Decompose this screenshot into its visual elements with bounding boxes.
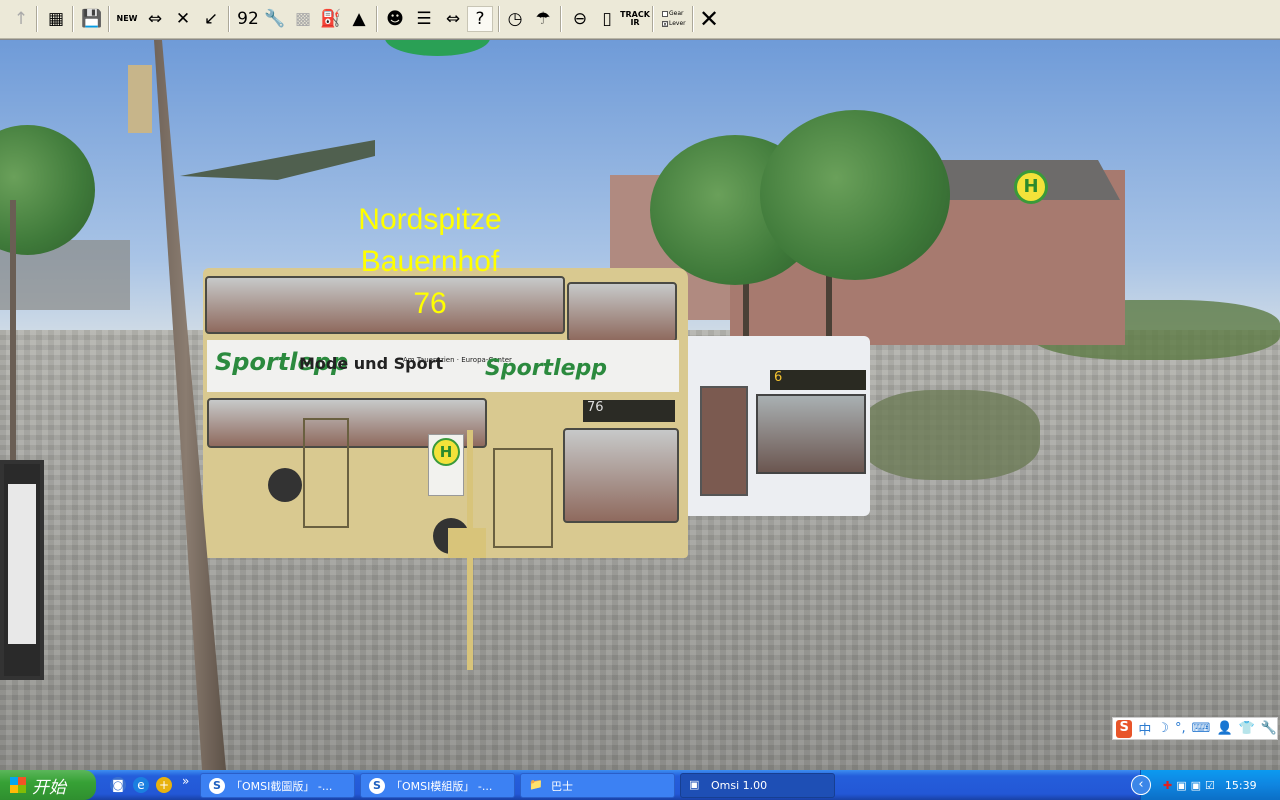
destination-overlay-line1: Nordspitze: [358, 203, 502, 236]
quicklaunch-overflow[interactable]: »: [182, 774, 189, 788]
wrench-icon[interactable]: 🔧: [1261, 721, 1277, 736]
task-label: Omsi 1.00: [711, 779, 768, 792]
rear-door: [303, 418, 349, 528]
single-decker-bus[interactable]: 6: [680, 336, 870, 516]
mouse-icon[interactable]: ▯: [594, 6, 620, 32]
toolbar-separator: [692, 6, 694, 32]
gear-checkbox-label: Gear: [669, 10, 684, 17]
toolbar-separator: [108, 6, 110, 32]
tree: [760, 110, 950, 280]
task-icon: 📁: [529, 777, 543, 791]
keyboard-icon[interactable]: ⌨: [1192, 721, 1211, 736]
clock[interactable]: 15:39: [1225, 779, 1257, 792]
save-icon[interactable]: 💾: [79, 6, 105, 32]
bus2-destination-display: 6: [770, 370, 866, 390]
system-tray: ‹ ✚ ▣ ▣ ☑ 15:39: [1131, 770, 1280, 800]
ad-brand-2: Sportlepp: [485, 356, 608, 381]
front-door: [493, 448, 553, 548]
lamp-arm: [180, 140, 375, 180]
user-icon[interactable]: 👤: [1216, 721, 1232, 736]
trackir-icon[interactable]: TRACK IR: [620, 6, 650, 32]
timetable-box: [448, 528, 486, 558]
gear-checkbox[interactable]: Gear: [662, 10, 683, 17]
street-lamp-left: [10, 200, 16, 460]
bus-stop-sign-far: H: [1014, 170, 1048, 204]
moon-icon[interactable]: ☽: [1157, 721, 1169, 736]
driver-icon[interactable]: ☻: [382, 6, 408, 32]
upper-front-window: [567, 282, 677, 342]
bell-icon[interactable]: ▲: [346, 6, 372, 32]
network-icon-2[interactable]: ▣: [1191, 779, 1201, 792]
refuel-icon[interactable]: ⛽: [318, 6, 344, 32]
timetable-icon[interactable]: 92: [235, 6, 261, 32]
bus2-door: [700, 386, 748, 496]
game-viewport[interactable]: H 6 Sportlepp Mode und Sport Am Tauentzi…: [0, 40, 1280, 770]
taskbar-button[interactable]: ▣ Omsi 1.00: [680, 773, 835, 798]
bus2-windshield: [756, 394, 866, 474]
windshield: [563, 428, 679, 523]
close-icon[interactable]: ✕: [696, 6, 722, 32]
taskbar-button[interactable]: 📁 巴士: [520, 773, 675, 798]
up-arrow-icon[interactable]: ↑: [8, 6, 34, 32]
shelter-panel: [0, 460, 44, 680]
taskbar: 开始 ◙ e + » S 「OMSI截圖版」 -... S 「OMSI模組版」 -..…: [0, 770, 1280, 800]
help-icon[interactable]: ?: [467, 6, 493, 32]
pointer-icon[interactable]: ↙: [198, 6, 224, 32]
start-label: 开始: [32, 777, 66, 798]
ime-toolbar[interactable]: S 中 ☽ °, ⌨ 👤 👕 🔧: [1112, 717, 1278, 740]
front-route-display: 76: [583, 400, 675, 422]
grass-patch: [860, 390, 1040, 480]
task-icon: S: [209, 777, 225, 794]
steering-wheel-icon[interactable]: ⊖: [567, 6, 593, 32]
skin-icon[interactable]: 👕: [1239, 721, 1255, 736]
destination-overlay-line2: Bauernhof: [360, 245, 500, 278]
punctuation-icon[interactable]: °,: [1175, 721, 1186, 736]
wheel: [268, 468, 302, 502]
toolbar-separator: [652, 6, 654, 32]
tray-expand-button[interactable]: ‹: [1131, 775, 1151, 795]
schedule-icon[interactable]: ☰: [411, 6, 437, 32]
advertising-band: Sportlepp Mode und Sport Am Tauentzien ·…: [207, 340, 679, 392]
network-icon[interactable]: ▣: [1176, 779, 1186, 792]
tray-app-icon[interactable]: ✚: [1163, 779, 1172, 792]
ticket-icon[interactable]: ▩: [290, 6, 316, 32]
pc-swap-icon[interactable]: ⇔: [440, 6, 466, 32]
taskbar-button[interactable]: S 「OMSI截圖版」 -...: [200, 773, 355, 798]
change-bus-icon[interactable]: ⇔: [142, 6, 168, 32]
clock-icon[interactable]: ◷: [502, 6, 528, 32]
toolbar-separator: [228, 6, 230, 32]
task-icon: S: [369, 777, 385, 794]
omsi-toolbar: ↑ ▦ 💾 NEW ⇔ ✕ ↙ 92 🔧 ▩ ⛽ ▲ ☻ ☰ ⇔? ◷ ☂ ⊖ ▯ TRACK IR Gear x Leve…: [0, 0, 1280, 39]
lamp-post-box: [128, 65, 152, 133]
toolbar-separator: [376, 6, 378, 32]
task-label: 「OMSI模組版」 -...: [391, 779, 493, 793]
task-label: 「OMSI截圖版」 -...: [231, 779, 333, 793]
desktop-icon[interactable]: ◙: [110, 777, 126, 793]
start-button[interactable]: 开始: [0, 770, 96, 800]
windows-logo-icon: [10, 777, 26, 793]
tray-app-icon-2[interactable]: ☑: [1205, 779, 1215, 792]
route-number-overlay: 76: [413, 287, 447, 320]
toolbar-separator: [498, 6, 500, 32]
weather-icon[interactable]: ☂: [530, 6, 556, 32]
repair-icon[interactable]: 🔧: [262, 6, 288, 32]
map-icon[interactable]: ▦: [43, 6, 69, 32]
bus-stop-h-sign: H: [432, 438, 460, 466]
task-icon: ▣: [689, 777, 700, 791]
quicklaunch-plus-icon[interactable]: +: [156, 777, 172, 793]
lever-checkbox-label: Lever: [669, 20, 686, 27]
sogou-logo-icon[interactable]: S: [1116, 719, 1133, 738]
taskbar-button[interactable]: S 「OMSI模組版」 -...: [360, 773, 515, 798]
toolbar-separator: [72, 6, 74, 32]
lever-checkbox[interactable]: x Lever: [662, 20, 686, 27]
ime-mode-toggle[interactable]: 中: [1138, 719, 1151, 738]
task-label: 巴士: [551, 779, 573, 793]
delete-bus-icon[interactable]: ✕: [170, 6, 196, 32]
toolbar-separator: [36, 6, 38, 32]
toolbar-separator: [560, 6, 562, 32]
ie-icon[interactable]: e: [133, 777, 149, 793]
green-sign-top: [385, 40, 490, 56]
bus-stop-sign: H: [428, 434, 464, 496]
new-bus-icon[interactable]: NEW: [114, 6, 140, 32]
